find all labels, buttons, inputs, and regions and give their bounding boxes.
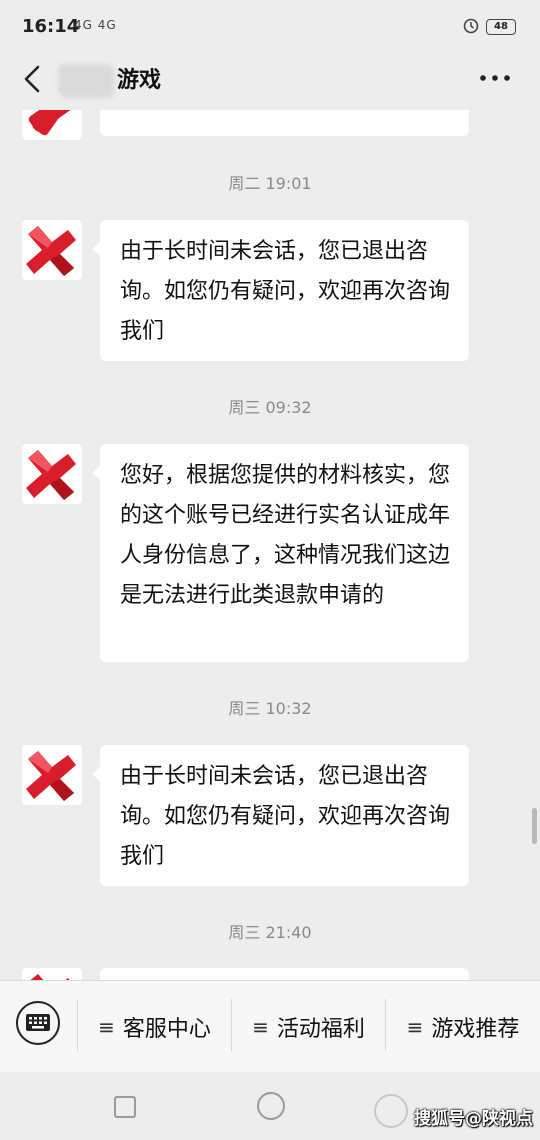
back-icon[interactable] <box>18 62 48 96</box>
scrollbar[interactable] <box>532 808 537 844</box>
blurred-name <box>58 64 114 98</box>
message-bubble-partial <box>100 968 469 980</box>
system-nav-bar: 搜狐号@陕视点 <box>0 1072 540 1140</box>
menu-item-label: 客服中心 <box>122 1017 211 1042</box>
message-timestamp: 周三 10:32 <box>228 699 312 718</box>
message-timestamp: 周三 21:40 <box>228 923 312 942</box>
chat-header: 游戏 <box>0 50 540 110</box>
menu-item-game-recommend[interactable]: ≡ 游戏推荐 <box>386 981 540 1073</box>
recent-apps-icon[interactable] <box>114 1096 136 1118</box>
alarm-icon <box>463 18 479 34</box>
message-timestamp: 周三 09:32 <box>228 398 312 417</box>
menu-item-label: 活动福利 <box>276 1017 365 1042</box>
status-bar: 16:14 4G 4G 48 <box>0 0 540 50</box>
watermark-logo-icon <box>374 1094 408 1128</box>
page-title: 游戏 <box>117 68 162 93</box>
message-bubble: 由于长时间未会话，您已退出咨询。如您仍有疑问，欢迎再次咨询我们 <box>92 220 469 361</box>
avatar[interactable] <box>22 220 82 280</box>
avatar[interactable] <box>22 745 82 805</box>
message-timestamp: 周二 19:01 <box>228 174 312 193</box>
battery-icon: 48 <box>486 19 516 35</box>
avatar[interactable] <box>22 110 82 140</box>
signal-icon: 4G 4G <box>74 18 117 32</box>
message-bubble: 您好，根据您提供的材料核实，您的这个账号已经进行实名认证成年人身份信息了，这种情… <box>92 444 469 662</box>
status-time: 16:14 <box>22 16 80 37</box>
keyboard-button[interactable] <box>16 1001 60 1045</box>
more-icon[interactable] <box>478 72 512 84</box>
menu-item-service-center[interactable]: ≡ 客服中心 <box>78 981 231 1073</box>
chat-area[interactable]: 周二 19:01 由于长时间未会话，您已退出咨询。如您仍有疑问，欢迎再次咨询我们… <box>0 110 540 980</box>
keyboard-icon <box>26 1014 50 1031</box>
menu-item-event-benefits[interactable]: ≡ 活动福利 <box>232 981 385 1073</box>
home-icon[interactable] <box>257 1092 285 1120</box>
menu-icon: ≡ <box>406 1015 424 1039</box>
menu-item-label: 游戏推荐 <box>431 1017 520 1042</box>
menu-icon: ≡ <box>98 1015 115 1039</box>
message-bubble-partial <box>100 110 469 136</box>
avatar[interactable] <box>22 444 82 504</box>
watermark-text: 搜狐号@陕视点 <box>414 1109 533 1129</box>
avatar[interactable] <box>22 968 82 980</box>
message-bubble: 由于长时间未会话，您已退出咨询。如您仍有疑问，欢迎再次咨询我们 <box>92 745 469 886</box>
menu-icon: ≡ <box>252 1015 269 1039</box>
watermark: 搜狐号@陕视点 <box>374 1092 533 1132</box>
bottom-menu: ≡ 客服中心 ≡ 活动福利 ≡ 游戏推荐 <box>0 980 540 1073</box>
